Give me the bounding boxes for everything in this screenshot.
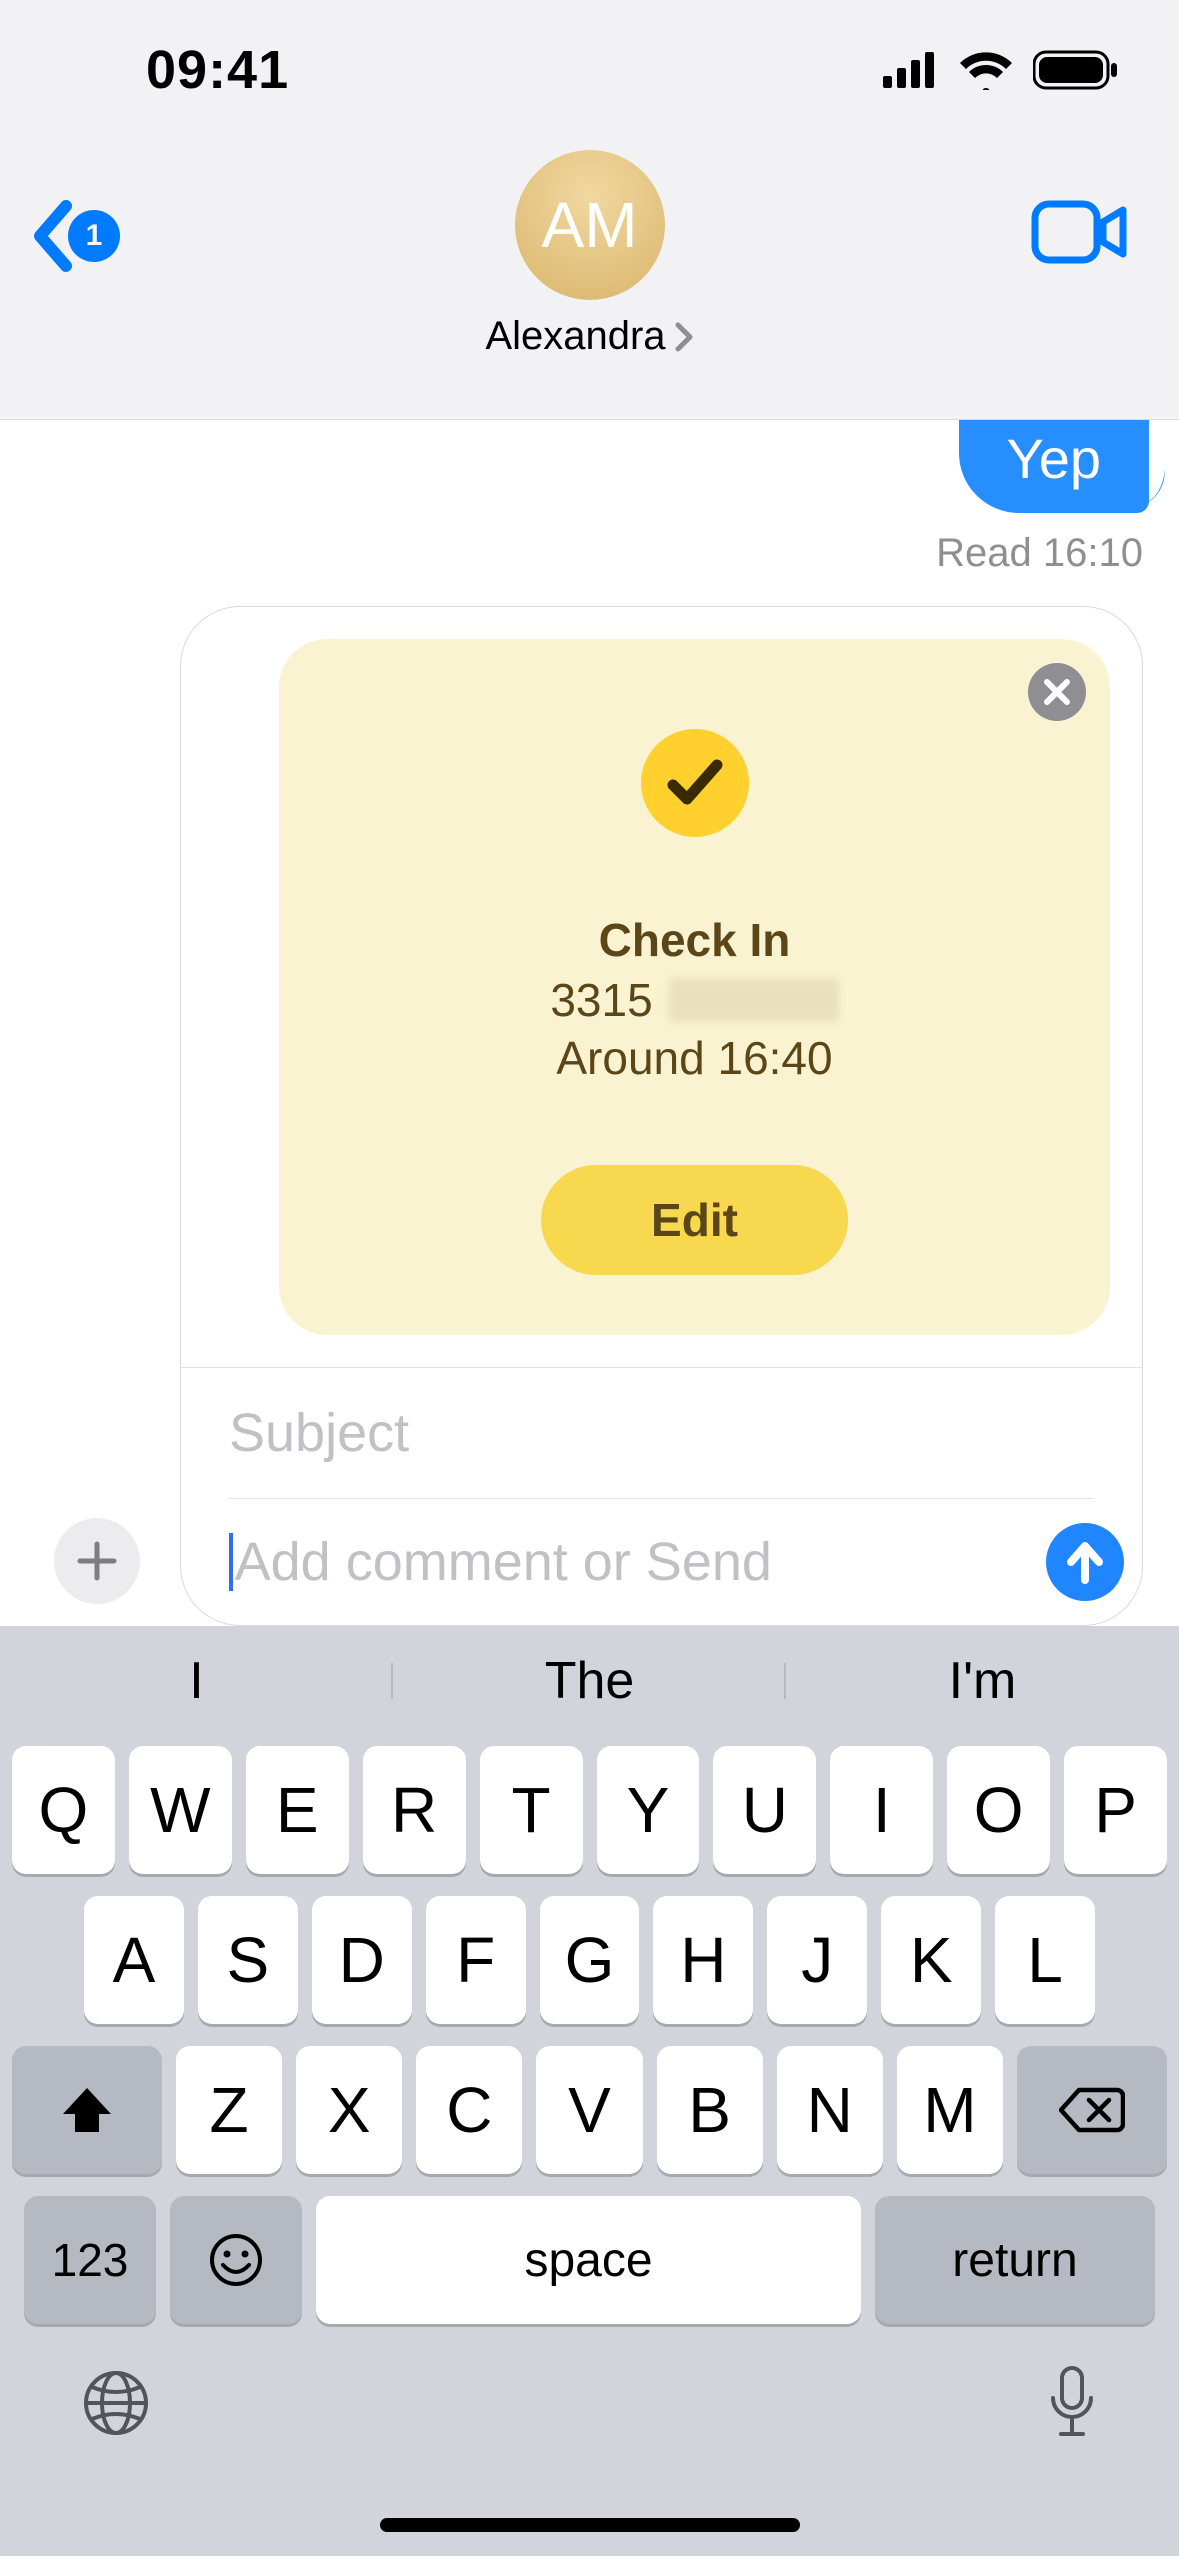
key-o[interactable]: O [947,1746,1050,1874]
check-in-address-prefix: 3315 [550,973,652,1027]
home-indicator[interactable] [380,2518,800,2532]
key-h[interactable]: H [653,1896,753,2024]
check-in-widget: Check In 3315 Around 16:40 Edit [279,639,1110,1335]
key-y[interactable]: Y [597,1746,700,1874]
key-k[interactable]: K [881,1896,981,2024]
key-l[interactable]: L [995,1896,1095,2024]
key-d[interactable]: D [312,1896,412,2024]
close-icon [1042,677,1072,707]
space-key[interactable]: space [316,2196,861,2324]
back-button[interactable]: 1 [30,200,120,272]
wifi-icon [959,50,1013,90]
key-q[interactable]: Q [12,1746,115,1874]
globe-key[interactable] [80,2367,152,2444]
apps-plus-button[interactable] [54,1518,140,1604]
key-v[interactable]: V [536,2046,642,2174]
key-s[interactable]: S [198,1896,298,2024]
key-f[interactable]: F [426,1896,526,2024]
check-in-address-redacted [669,978,839,1022]
check-in-close-button[interactable] [1028,663,1086,721]
read-receipt-label: Read [936,531,1032,575]
conversation-header: 1 AM Alexandra [0,140,1179,420]
key-w[interactable]: W [129,1746,232,1874]
cellular-icon [883,52,939,88]
subject-input[interactable] [229,1402,1094,1464]
contact-name-button[interactable]: Alexandra [485,314,693,359]
check-in-badge [641,729,749,837]
key-row-3: ZXCVBNM [12,2046,1167,2174]
status-bar: 09:41 [0,0,1179,140]
read-receipt: Read 16:10 [0,531,1179,576]
backspace-icon [1059,2086,1125,2134]
comment-input[interactable] [235,1531,1046,1593]
battery-icon [1033,50,1119,90]
key-row-1: QWERTYUIOP [12,1746,1167,1874]
avatar-initials: AM [542,188,638,262]
key-i[interactable]: I [830,1746,933,1874]
suggestion-3[interactable]: I'm [786,1651,1179,1711]
unread-badge: 1 [68,210,120,262]
shift-icon [59,2084,115,2136]
compose-card: Check In 3315 Around 16:40 Edit [180,606,1143,1626]
return-key[interactable]: return [875,2196,1155,2324]
globe-icon [80,2367,152,2439]
status-indicators [883,50,1119,90]
check-in-address: 3315 [550,973,838,1027]
key-e[interactable]: E [246,1746,349,1874]
text-caret [229,1533,233,1591]
shift-key[interactable] [12,2046,162,2174]
suggestion-2[interactable]: The [393,1651,786,1711]
key-t[interactable]: T [480,1746,583,1874]
send-button[interactable] [1046,1523,1124,1601]
check-in-time: Around 16:40 [556,1031,832,1085]
checkmark-icon [665,757,725,809]
key-g[interactable]: G [540,1896,640,2024]
key-n[interactable]: N [777,2046,883,2174]
sent-message-bubble[interactable]: Yep [959,420,1150,513]
numeric-key[interactable]: 123 [24,2196,156,2324]
key-a[interactable]: A [84,1896,184,2024]
dictation-key[interactable] [1045,2364,1099,2447]
suggestion-bar: I The I'm [0,1626,1179,1736]
key-c[interactable]: C [416,2046,522,2174]
status-time: 09:41 [146,39,289,101]
key-m[interactable]: M [897,2046,1003,2174]
arrow-up-icon [1065,1540,1105,1584]
facetime-button[interactable] [1031,200,1129,269]
check-in-title: Check In [599,913,791,967]
suggestion-1[interactable]: I [0,1651,393,1711]
key-r[interactable]: R [363,1746,466,1874]
contact-name-label: Alexandra [485,314,665,359]
read-receipt-time: 16:10 [1043,531,1143,575]
key-j[interactable]: J [767,1896,867,2024]
chevron-right-icon [674,321,694,353]
plus-icon [76,1540,118,1582]
backspace-key[interactable] [1017,2046,1167,2174]
microphone-icon [1045,2364,1099,2442]
check-in-edit-button[interactable]: Edit [541,1165,848,1275]
key-z[interactable]: Z [176,2046,282,2174]
key-x[interactable]: X [296,2046,402,2174]
key-p[interactable]: P [1064,1746,1167,1874]
key-b[interactable]: B [657,2046,763,2174]
conversation-scroll[interactable]: Yep Read 16:10 Check In 3315 Around 16:4… [0,420,1179,1626]
key-row-2: ASDFGHJKL [12,1896,1167,2024]
emoji-key[interactable] [170,2196,302,2324]
contact-avatar[interactable]: AM [515,150,665,300]
video-icon [1031,200,1129,264]
emoji-icon [209,2233,263,2287]
keyboard: I The I'm QWERTYUIOP ASDFGHJKL ZXCVBNM 1… [0,1626,1179,2556]
key-u[interactable]: U [713,1746,816,1874]
